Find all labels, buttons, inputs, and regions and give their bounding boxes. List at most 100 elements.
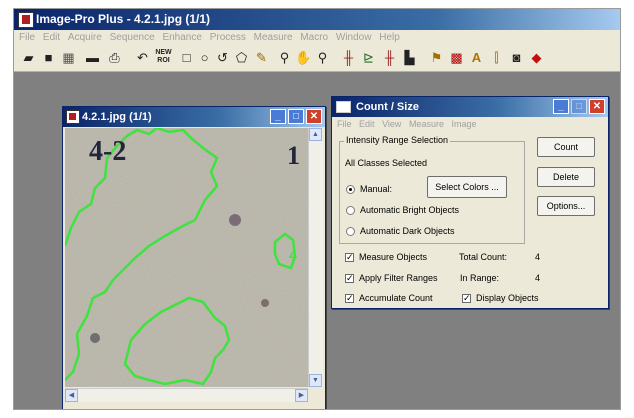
calibration-icon[interactable]: ⫿ [488,49,505,66]
count-window-title-bar[interactable]: Count / Size _ □ ✕ [332,97,608,117]
display-objects-checkbox[interactable]: ✓ [462,294,471,303]
app-title: Image-Pro Plus - 4.2.1.jpg (1/1) [36,12,211,26]
count-menu-view[interactable]: View [382,119,401,129]
image-canvas[interactable]: 4-2 1 4 [65,128,308,387]
accumulate-count-checkbox[interactable]: ✓ [345,294,354,303]
bright-objects-radio[interactable] [346,206,355,215]
delete-button[interactable]: Delete [537,167,595,187]
sample-number: 1 [287,141,300,170]
camera-icon[interactable]: ▬ [84,49,101,66]
count-window-menubar: File Edit View Measure Image [332,117,608,131]
count-window-title: Count / Size [356,101,419,113]
vertical-scrollbar[interactable]: ▲ ▼ [308,128,323,387]
text-icon[interactable]: A [468,49,485,66]
count-button[interactable]: Count [537,137,595,157]
options-button[interactable]: Options... [537,196,595,216]
scroll-right-icon[interactable]: ▶ [295,389,308,402]
menu-sequence[interactable]: Sequence [110,30,155,45]
image-window-title-bar[interactable]: 4.2.1.jpg (1/1) _ □ ✕ [63,107,325,127]
app-title-bar: Image-Pro Plus - 4.2.1.jpg (1/1) [14,9,620,30]
menu-process[interactable]: Process [210,30,246,45]
mineral-grain [261,299,269,307]
total-count-value: 4 [535,252,541,262]
menu-file[interactable]: File [19,30,35,45]
freehand-icon[interactable]: ↺ [214,49,231,66]
bar-chart-icon[interactable]: ▙ [401,49,418,66]
app-icon [18,12,34,28]
mineral-grain [229,214,241,226]
dark-objects-label: Automatic Dark Objects [360,226,455,236]
image-window-icon [66,110,80,124]
maximize-button: □ [571,99,587,114]
manual-radio-label: Manual: [360,184,393,194]
main-toolbar: ▰ ■ ▦ ▬ ⎙ ↶ NEW ROI □ ○ ↺ ⬠ ✎ ⚲ ✋ ⚲ ╫ ⊵ … [14,45,620,72]
zoom-in-icon[interactable]: ⚲ [276,49,293,66]
cube-icon[interactable]: ◆ [528,49,545,66]
menu-measure[interactable]: Measure [254,30,293,45]
undo-icon[interactable]: ↶ [134,49,151,66]
count-menu-edit[interactable]: Edit [359,119,375,129]
dark-objects-radio[interactable] [346,227,355,236]
new-roi-icon[interactable]: NEW ROI [155,49,172,66]
mineral-grain [90,333,100,343]
total-count-label: Total Count: [459,252,508,262]
zoom-out-icon[interactable]: ⚲ [314,49,331,66]
menu-acquire[interactable]: Acquire [68,30,102,45]
menu-edit[interactable]: Edit [43,30,60,45]
object-count-label: 4 [289,247,297,263]
bright-objects-label: Automatic Bright Objects [360,205,460,215]
count-window-icon [336,101,351,113]
menu-window[interactable]: Window [336,30,372,45]
apply-filter-checkbox[interactable]: ✓ [345,274,354,283]
open-icon[interactable]: ▰ [20,49,37,66]
save-icon[interactable]: ■ [40,49,57,66]
screenshot-frame: Image-Pro Plus - 4.2.1.jpg (1/1) File Ed… [13,8,621,410]
rectangle-icon[interactable]: □ [178,49,195,66]
palette-icon[interactable]: ▩ [448,49,465,66]
scroll-left-icon[interactable]: ◀ [65,389,78,402]
minimize-button[interactable]: _ [270,109,286,124]
image-canvas-svg: 4-2 1 4 [65,128,308,387]
scroll-up-icon[interactable]: ▲ [309,128,322,141]
display-objects-label: Display Objects [476,293,539,303]
snapshot-icon[interactable]: ◙ [508,49,525,66]
accumulate-count-label: Accumulate Count [359,293,433,303]
measure-icon[interactable]: ╫ [340,49,357,66]
sample-label: 4-2 [89,136,126,167]
count-menu-measure[interactable]: Measure [409,119,444,129]
count-icon[interactable]: ⚑ [428,49,445,66]
image-window: 4.2.1.jpg (1/1) _ □ ✕ 4-2 1 4 ▲ ▼ ◀ ▶ [62,106,326,409]
line-profile-icon[interactable]: ╫ [381,49,398,66]
ellipse-icon[interactable]: ○ [196,49,213,66]
horizontal-scrollbar[interactable]: ◀ ▶ [65,388,308,402]
menu-macro[interactable]: Macro [300,30,328,45]
menu-help[interactable]: Help [379,30,400,45]
count-size-window: Count / Size _ □ ✕ File Edit View Measur… [331,96,609,309]
print-icon[interactable]: ⎙ [106,49,123,66]
measure-objects-label: Measure Objects [359,252,428,262]
select-colors-button[interactable]: Select Colors ... [427,176,507,198]
image-window-title: 4.2.1.jpg (1/1) [82,111,152,123]
intensity-range-title: Intensity Range Selection [344,135,451,145]
apply-filter-label: Apply Filter Ranges [359,273,438,283]
scroll-down-icon[interactable]: ▼ [309,374,322,387]
maximize-button[interactable]: □ [288,109,304,124]
new-roi-label: NEW ROI [155,49,172,64]
close-button[interactable]: ✕ [306,109,322,124]
minimize-button[interactable]: _ [553,99,569,114]
grid-icon[interactable]: ▦ [60,49,77,66]
wand-icon[interactable]: ✎ [253,49,270,66]
workspace: 4.2.1.jpg (1/1) _ □ ✕ 4-2 1 4 ▲ ▼ ◀ ▶ Co… [14,72,620,409]
count-menu-file[interactable]: File [337,119,352,129]
app-menubar: File Edit Acquire Sequence Enhance Proce… [14,30,620,45]
measure-objects-checkbox[interactable]: ✓ [345,253,354,262]
all-classes-label: All Classes Selected [345,158,428,168]
count-menu-image[interactable]: Image [451,119,476,129]
manual-radio[interactable] [346,185,355,194]
close-button[interactable]: ✕ [589,99,605,114]
histogram-icon[interactable]: ⊵ [360,49,377,66]
hand-icon[interactable]: ✋ [295,49,312,66]
polygon-icon[interactable]: ⬠ [233,49,250,66]
menu-enhance[interactable]: Enhance [162,30,201,45]
in-range-label: In Range: [460,273,500,283]
